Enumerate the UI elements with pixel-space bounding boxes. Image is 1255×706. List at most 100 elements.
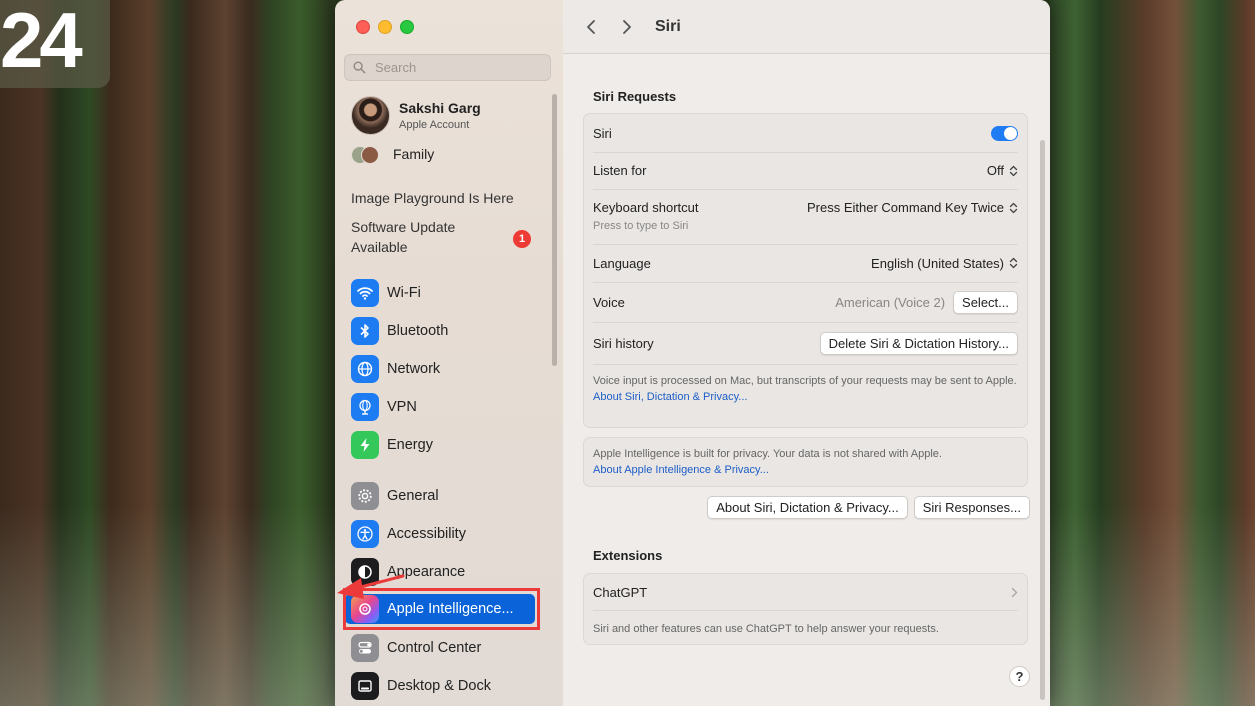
language-popup[interactable]: English (United States) xyxy=(871,256,1018,271)
chevron-left-icon xyxy=(587,19,595,34)
sidebar-item-energy[interactable]: Energy xyxy=(351,430,541,460)
siri-privacy-link[interactable]: About Siri, Dictation & Privacy... xyxy=(593,391,747,403)
keyboard-shortcut-label: Keyboard shortcut xyxy=(593,200,699,215)
sidebar-item-network[interactable]: Network xyxy=(351,354,541,384)
sidebar-item-control-center[interactable]: Control Center xyxy=(351,633,541,663)
siri-requests-group: Siri Listen for Off Keyboard shortcut Pr… xyxy=(583,113,1028,428)
siri-history-label: Siri history xyxy=(593,335,654,351)
ai-privacy-link[interactable]: About Apple Intelligence & Privacy... xyxy=(593,464,769,476)
chatgpt-note: Siri and other features can use ChatGPT … xyxy=(593,623,939,635)
voice-label: Voice xyxy=(593,294,625,310)
software-update-notice[interactable]: Software Update xyxy=(351,217,455,237)
siri-responses-button[interactable]: Siri Responses... xyxy=(913,496,1030,519)
keyboard-shortcut-value: Press Either Command Key Twice xyxy=(807,200,1004,215)
language-label: Language xyxy=(593,255,651,271)
search-field[interactable] xyxy=(344,54,551,81)
desktop-clock-widget: 24 xyxy=(0,0,110,88)
siri-requests-heading: Siri Requests xyxy=(593,89,677,104)
avatar xyxy=(351,96,390,135)
account-subtitle: Apple Account xyxy=(399,119,470,131)
sidebar-item-vpn[interactable]: VPN xyxy=(351,392,541,422)
wallpaper-mist xyxy=(1050,506,1255,706)
control-center-icon xyxy=(351,634,379,662)
sidebar-item-label: Wi-Fi xyxy=(387,285,421,301)
ai-privacy-text: Apple Intelligence is built for privacy.… xyxy=(593,448,942,460)
gear-icon xyxy=(351,482,379,510)
chatgpt-label: ChatGPT xyxy=(593,584,648,600)
sidebar-item-label: Energy xyxy=(387,437,433,453)
help-button[interactable]: ? xyxy=(1009,666,1030,687)
siri-privacy-text: Voice input is processed on Mac, but tra… xyxy=(593,375,1017,387)
update-count-badge: 1 xyxy=(513,230,531,248)
chevron-right-icon xyxy=(1011,587,1018,597)
sidebar-item-label: VPN xyxy=(387,399,417,415)
sidebar-item-label: Bluetooth xyxy=(387,323,449,339)
accessibility-icon xyxy=(351,520,379,548)
account-name: Sakshi Garg xyxy=(399,100,481,116)
account-item[interactable]: Sakshi Garg Apple Account xyxy=(351,96,481,135)
ai-privacy-note: Apple Intelligence is built for privacy.… xyxy=(593,447,1018,479)
search-icon xyxy=(353,61,366,74)
vpn-globe-icon xyxy=(351,393,379,421)
language-row: Language English (United States) xyxy=(593,244,1018,283)
popup-arrows-icon xyxy=(1009,165,1018,176)
keyboard-shortcut-popup[interactable]: Press Either Command Key Twice xyxy=(807,200,1018,215)
listen-for-value: Off xyxy=(986,163,1004,178)
sidebar-item-label: General xyxy=(387,488,439,504)
language-value: English (United States) xyxy=(871,255,1004,271)
sidebar-item-desktop-dock[interactable]: Desktop & Dock xyxy=(351,671,541,701)
listen-for-label: Listen for xyxy=(593,163,647,178)
family-avatars xyxy=(351,144,379,164)
bluetooth-icon xyxy=(351,317,379,345)
dock-icon xyxy=(351,672,379,700)
listen-for-popup[interactable]: Off xyxy=(987,163,1018,178)
toolbar: Siri xyxy=(563,0,1050,54)
listen-for-row: Listen for Off xyxy=(593,152,1018,190)
keyboard-shortcut-sublabel: Press to type to Siri xyxy=(593,220,689,232)
siri-row: Siri xyxy=(593,114,1018,153)
popup-arrows-icon xyxy=(1009,202,1018,213)
image-playground-notice[interactable]: Image Playground Is Here xyxy=(351,188,514,208)
forward-button[interactable] xyxy=(609,12,645,42)
main-scrollbar[interactable] xyxy=(1040,140,1045,700)
sidebar-item-bluetooth[interactable]: Bluetooth xyxy=(351,316,541,346)
sidebar-item-general[interactable]: General xyxy=(351,481,541,511)
sidebar-item-label: Desktop & Dock xyxy=(387,678,491,694)
delete-history-button[interactable]: Delete Siri & Dictation History... xyxy=(819,331,1018,355)
voice-value: American (Voice 2) xyxy=(835,294,946,310)
sidebar-item-label: Network xyxy=(387,361,441,377)
software-update-notice-line2[interactable]: Available xyxy=(351,237,408,257)
footer-buttons: About Siri, Dictation & Privacy... Siri … xyxy=(707,496,1030,519)
sidebar-item-label: Control Center xyxy=(387,640,482,656)
close-button[interactable] xyxy=(356,20,370,34)
bolt-icon xyxy=(351,431,379,459)
popup-arrows-icon xyxy=(1009,257,1018,269)
sidebar-item-wifi[interactable]: Wi-Fi xyxy=(351,278,541,308)
apple-intelligence-privacy-group: Apple Intelligence is built for privacy.… xyxy=(583,437,1028,487)
sidebar-scrollbar[interactable] xyxy=(552,94,557,366)
wifi-icon xyxy=(351,279,379,307)
sidebar-item-label: Accessibility xyxy=(387,526,466,542)
siri-toggle[interactable] xyxy=(991,125,1018,141)
about-privacy-button[interactable]: About Siri, Dictation & Privacy... xyxy=(707,496,908,519)
siri-label: Siri xyxy=(593,125,612,141)
zoom-button[interactable] xyxy=(400,20,414,34)
page-title: Siri xyxy=(655,17,681,35)
annotation-arrow-icon xyxy=(337,574,405,599)
family-item[interactable]: Family xyxy=(351,144,434,164)
window-controls xyxy=(356,20,414,34)
siri-history-row: Siri history Delete Siri & Dictation His… xyxy=(593,322,1018,365)
main-pane: Siri Siri Requests Siri Listen for Off K… xyxy=(563,0,1050,706)
extensions-heading: Extensions xyxy=(593,548,663,563)
voice-select-button[interactable]: Select... xyxy=(953,290,1018,314)
family-label: Family xyxy=(393,146,435,162)
minimize-button[interactable] xyxy=(378,20,392,34)
chevron-right-icon xyxy=(623,19,631,34)
chatgpt-row[interactable]: ChatGPT xyxy=(593,574,1018,611)
voice-row: Voice American (Voice 2) Select... xyxy=(593,282,1018,323)
extensions-group: ChatGPT Siri and other features can use … xyxy=(583,573,1028,645)
keyboard-shortcut-row: Keyboard shortcut Press to type to Siri … xyxy=(593,189,1018,245)
search-input[interactable] xyxy=(373,59,537,76)
sidebar-item-accessibility[interactable]: Accessibility xyxy=(351,519,541,549)
back-button[interactable] xyxy=(573,12,609,42)
